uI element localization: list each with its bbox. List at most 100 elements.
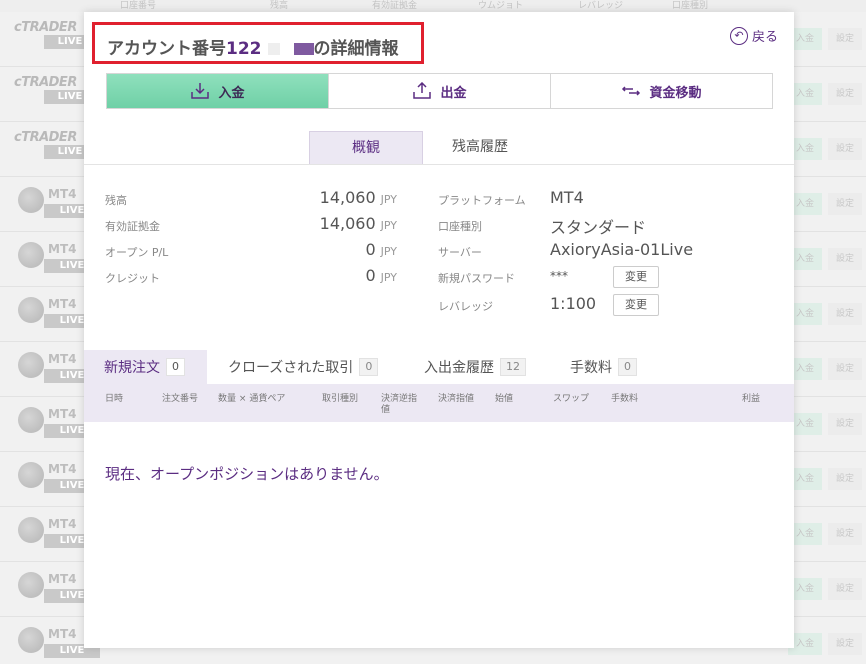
withdraw-label: 出金 xyxy=(440,85,467,101)
title-suffix: の詳細情報 xyxy=(313,39,399,59)
mt4-logo: MT4 LIVE xyxy=(18,295,100,333)
equity-row: 有効証拠金 14,060 JPY xyxy=(105,214,397,240)
row-settings-button[interactable]: 設定 xyxy=(828,523,862,545)
balance-summary: 残高 14,060 JPY 有効証拠金 14,060 JPY オープン P/L 0J… xyxy=(105,188,397,292)
list-header-label: 口座番号 xyxy=(120,1,157,11)
deposit-label: 入金 xyxy=(218,85,245,101)
column-header-trade-type: 取引種別 xyxy=(322,394,359,404)
count-badge: 0 xyxy=(618,358,637,376)
change-password-button[interactable]: 変更 xyxy=(613,266,659,288)
tab-overview[interactable]: 概観 xyxy=(309,131,423,164)
equity-label: 有効証拠金 xyxy=(105,220,160,233)
row-settings-button[interactable]: 設定 xyxy=(828,83,862,105)
mt4-logo: MT4 LIVE xyxy=(18,405,100,443)
tab-label: 手数料 xyxy=(570,360,612,376)
server-value: AxioryAsia-01Live xyxy=(550,240,694,259)
tab-closed-trades[interactable]: クローズされた取引 0 xyxy=(228,350,379,384)
balance-label: 残高 xyxy=(105,194,127,207)
row-settings-button[interactable]: 設定 xyxy=(828,578,862,600)
column-header-date: 日時 xyxy=(105,394,124,404)
equity-value: 14,060 JPY xyxy=(319,214,397,233)
redacted-digits xyxy=(293,43,314,55)
account-type-row: 口座種別 スタンダード xyxy=(438,214,778,240)
password-value: *** xyxy=(550,269,568,283)
server-label: サーバー xyxy=(438,246,482,259)
list-header-label: 有効証拠金 xyxy=(372,1,418,11)
row-settings-button[interactable]: 設定 xyxy=(828,358,862,380)
deposit-button[interactable]: 入金 xyxy=(107,74,329,108)
row-settings-button[interactable]: 設定 xyxy=(828,28,862,50)
mt4-logo: MT4 LIVE xyxy=(18,460,100,498)
withdraw-button[interactable]: 出金 xyxy=(329,74,551,108)
fund-action-bar: 入金 出金 資金移動 xyxy=(106,73,773,109)
mt4-logo: MT4 LIVE xyxy=(18,185,100,223)
back-arrow-icon: ↶ xyxy=(729,26,748,45)
tab-fund-history[interactable]: 入出金履歴 12 xyxy=(424,350,526,384)
list-header-label: レバレッジ xyxy=(578,1,624,11)
empty-positions-message: 現在、オープンポジションはありません。 xyxy=(105,465,389,483)
transfer-label: 資金移動 xyxy=(649,85,702,101)
mt4-logo: MT4 LIVE xyxy=(18,570,100,608)
credit-row: クレジット 0 JPY xyxy=(105,266,397,292)
count-badge: 0 xyxy=(166,358,185,376)
column-header-take-profit: 決済指値 xyxy=(438,394,475,404)
credit-label: クレジット xyxy=(105,272,160,285)
list-header-label: ウムジョト xyxy=(478,1,524,11)
order-tabs: 新規注文 0 クローズされた取引 0 入出金履歴 12 手数料 0 xyxy=(84,350,794,384)
account-info: プラットフォーム MT4 口座種別 スタンダード サーバー AxioryAsia… xyxy=(438,188,778,320)
transfer-arrows-icon xyxy=(622,86,641,96)
row-settings-button[interactable]: 設定 xyxy=(828,413,862,435)
tab-label: 入出金履歴 xyxy=(424,360,494,376)
mt4-logo: MT4 LIVE xyxy=(18,240,100,278)
row-settings-button[interactable]: 設定 xyxy=(828,468,862,490)
tab-open-orders[interactable]: 新規注文 0 xyxy=(84,350,207,384)
balance-value: 14,060 JPY xyxy=(319,188,397,207)
list-header: 口座番号 残高 有効証拠金 ウムジョト レバレッジ 口座種別 xyxy=(0,0,866,12)
platform-label: プラットフォーム xyxy=(438,194,526,207)
row-settings-button[interactable]: 設定 xyxy=(828,138,862,160)
modal-title: アカウント番号122 の詳細情報 xyxy=(107,34,399,59)
mt4-logo: MT4 LIVE xyxy=(18,350,100,388)
balance-row: 残高 14,060 JPY xyxy=(105,188,397,214)
password-row: 新規パスワード *** 変更 xyxy=(438,266,778,292)
title-highlight-box: アカウント番号122 の詳細情報 xyxy=(92,22,424,64)
column-header-commission: 手数料 xyxy=(611,394,639,404)
change-leverage-button[interactable]: 変更 xyxy=(613,294,659,316)
redacted-digits xyxy=(267,43,280,55)
tab-balance-history[interactable]: 残高履歴 xyxy=(423,131,537,164)
server-row: サーバー AxioryAsia-01Live xyxy=(438,240,778,266)
count-badge: 0 xyxy=(359,358,379,376)
back-label: 戻る xyxy=(751,30,778,45)
tab-divider xyxy=(84,164,794,165)
row-settings-button[interactable]: 設定 xyxy=(828,633,862,655)
credit-value: 0 JPY xyxy=(365,266,397,285)
title-prefix: アカウント番号 xyxy=(107,39,226,59)
count-badge: 12 xyxy=(500,358,526,376)
download-tray-icon xyxy=(191,83,210,99)
overview-tabs: 概観 残高履歴 xyxy=(309,131,537,164)
ctrader-logo: cTRADER LIVE xyxy=(14,20,96,50)
open-pl-label: オープン P/L xyxy=(105,246,169,259)
row-settings-button[interactable]: 設定 xyxy=(828,248,862,270)
password-label: 新規パスワード xyxy=(438,272,515,285)
back-button[interactable]: ↶ 戻る xyxy=(729,26,778,45)
tab-label: クローズされた取引 xyxy=(228,360,354,376)
platform-row: プラットフォーム MT4 xyxy=(438,188,778,214)
mt4-logo: MT4 LIVE xyxy=(18,625,100,663)
column-header-open-price: 始値 xyxy=(495,394,514,404)
column-header-profit: 利益 xyxy=(742,394,761,404)
platform-value: MT4 xyxy=(550,188,584,207)
open-pl-row: オープン P/L 0 JPY xyxy=(105,240,397,266)
list-header-label: 口座種別 xyxy=(672,1,709,11)
transfer-button[interactable]: 資金移動 xyxy=(551,74,772,108)
row-settings-button[interactable]: 設定 xyxy=(828,193,862,215)
column-header-swap: スワップ xyxy=(553,394,590,404)
account-detail-modal: アカウント番号122 の詳細情報 ↶ 戻る 入金 出金 資金移動 概観 残高履歴 xyxy=(84,12,794,648)
column-header-stop-loss: 決済逆指値 xyxy=(381,394,418,415)
tab-commission[interactable]: 手数料 0 xyxy=(570,350,637,384)
row-settings-button[interactable]: 設定 xyxy=(828,303,862,325)
orders-table-header: 日時 注文番号 数量 × 通貨ペア 取引種別 決済逆指値 決済指値 始値 スワッ… xyxy=(84,384,794,422)
list-header-label: 残高 xyxy=(270,1,289,11)
mt4-logo: MT4 LIVE xyxy=(18,515,100,553)
leverage-label: レバレッジ xyxy=(438,300,493,313)
